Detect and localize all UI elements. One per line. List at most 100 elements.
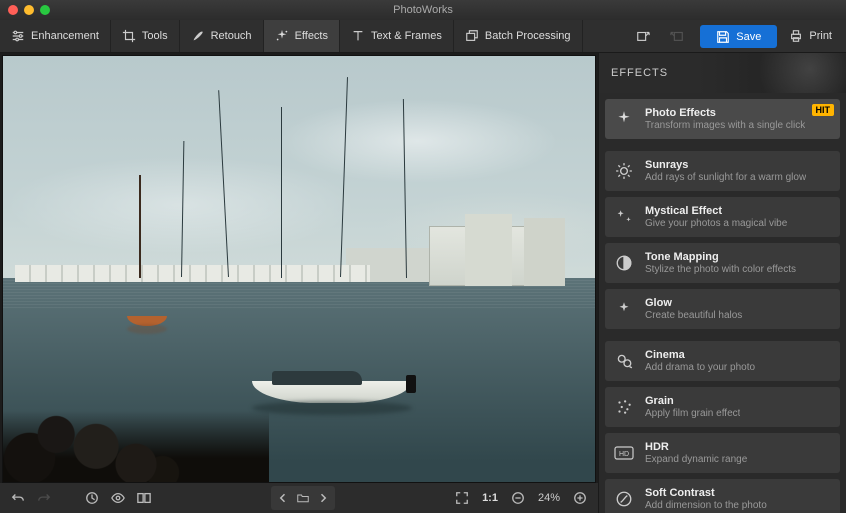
text-icon <box>351 29 365 43</box>
eye-icon <box>110 491 126 505</box>
sparkle-icon <box>613 108 635 130</box>
effect-desc: Apply film grain effect <box>645 408 740 419</box>
tab-label: Retouch <box>211 30 252 42</box>
hdr-icon: HD <box>613 442 635 464</box>
chevron-right-icon <box>317 492 329 504</box>
canvas-area: 1:1 24% <box>0 53 598 513</box>
effect-name: Photo Effects <box>645 107 805 119</box>
effect-item-grain[interactable]: Grain Apply film grain effect <box>605 387 840 427</box>
zoom-out-button[interactable] <box>508 488 528 508</box>
minus-circle-icon <box>511 491 525 505</box>
tab-effects[interactable]: Effects <box>264 20 340 52</box>
hit-badge: HIT <box>812 104 835 116</box>
tab-label: Effects <box>295 30 328 42</box>
svg-text:HD: HD <box>619 451 629 458</box>
effects-panel-title: EFFECTS <box>611 67 668 79</box>
effect-name: HDR <box>645 441 747 453</box>
titlebar: PhotoWorks <box>0 0 846 20</box>
save-label: Save <box>736 31 761 43</box>
image-canvas[interactable] <box>2 55 596 483</box>
fit-screen-button[interactable] <box>452 488 472 508</box>
effects-panel: EFFECTS Photo Effects Transform images w… <box>598 53 846 513</box>
effect-item-glow[interactable]: Glow Create beautiful halos <box>605 289 840 329</box>
save-button[interactable]: Save <box>700 25 777 48</box>
effect-item-tone-mapping[interactable]: Tone Mapping Stylize the photo with colo… <box>605 243 840 283</box>
effect-name: Glow <box>645 297 742 309</box>
sun-icon <box>613 160 635 182</box>
zoom-in-button[interactable] <box>570 488 590 508</box>
save-icon <box>716 30 730 44</box>
chevron-left-icon <box>277 492 289 504</box>
effect-name: Mystical Effect <box>645 205 787 217</box>
effect-desc: Create beautiful halos <box>645 310 742 321</box>
effect-name: Soft Contrast <box>645 487 767 499</box>
effect-desc: Add drama to your photo <box>645 362 755 373</box>
effect-item-hdr[interactable]: HD HDR Expand dynamic range <box>605 433 840 473</box>
ratio-label: 1:1 <box>482 492 498 504</box>
print-icon <box>789 29 803 43</box>
tone-icon <box>613 252 635 274</box>
app-title: PhotoWorks <box>0 4 846 16</box>
main-toolbar: Enhancement Tools Retouch Effects Text &… <box>0 20 846 53</box>
contrast-icon <box>613 488 635 510</box>
effect-item-photo-effects[interactable]: Photo Effects Transform images with a si… <box>605 99 840 139</box>
history-icon <box>85 491 99 505</box>
main-area: 1:1 24% EFFECTS Photo Effects Transform … <box>0 53 846 513</box>
effect-item-soft-contrast[interactable]: Soft Contrast Add dimension to the photo <box>605 479 840 513</box>
folder-icon <box>296 492 310 504</box>
sparkle-icon <box>275 29 289 43</box>
next-image-button[interactable] <box>313 488 333 508</box>
plus-circle-icon <box>573 491 587 505</box>
preview-button[interactable] <box>108 488 128 508</box>
effect-name: Sunrays <box>645 159 806 171</box>
brush-icon <box>191 29 205 43</box>
effect-desc: Expand dynamic range <box>645 454 747 465</box>
tab-text-frames[interactable]: Text & Frames <box>340 20 454 52</box>
header-decoration <box>726 53 846 93</box>
print-button[interactable]: Print <box>783 20 846 52</box>
stars-icon <box>613 206 635 228</box>
prev-image-button[interactable] <box>273 488 293 508</box>
tab-tools[interactable]: Tools <box>111 20 180 52</box>
glow-icon <box>613 298 635 320</box>
sliders-icon <box>11 29 25 43</box>
stack-icon <box>465 29 479 43</box>
tab-label: Text & Frames <box>371 30 442 42</box>
print-label: Print <box>809 30 832 42</box>
share-in-button[interactable] <box>660 20 694 52</box>
effect-desc: Stylize the photo with color effects <box>645 264 796 275</box>
effect-name: Grain <box>645 395 740 407</box>
redo-button[interactable] <box>34 488 54 508</box>
effects-panel-header: EFFECTS <box>599 53 846 93</box>
open-folder-button[interactable] <box>293 488 313 508</box>
undo-button[interactable] <box>8 488 28 508</box>
effect-desc: Add dimension to the photo <box>645 500 767 511</box>
effect-name: Tone Mapping <box>645 251 796 263</box>
fit-icon <box>455 491 469 505</box>
grain-icon <box>613 396 635 418</box>
effect-item-mystical[interactable]: Mystical Effect Give your photos a magic… <box>605 197 840 237</box>
effect-item-sunrays[interactable]: Sunrays Add rays of sunlight for a warm … <box>605 151 840 191</box>
effect-desc: Give your photos a magical vibe <box>645 218 787 229</box>
effect-item-cinema[interactable]: Cinema Add drama to your photo <box>605 341 840 381</box>
tab-retouch[interactable]: Retouch <box>180 20 264 52</box>
effect-name: Cinema <box>645 349 755 361</box>
tab-batch[interactable]: Batch Processing <box>454 20 583 52</box>
export-icon <box>636 29 650 43</box>
film-icon <box>613 350 635 372</box>
canvas-bottombar: 1:1 24% <box>0 483 598 513</box>
import-icon <box>670 29 684 43</box>
effects-list[interactable]: Photo Effects Transform images with a si… <box>599 93 846 513</box>
tab-enhancement[interactable]: Enhancement <box>0 20 111 52</box>
history-button[interactable] <box>82 488 102 508</box>
tab-label: Tools <box>142 30 168 42</box>
crop-icon <box>122 29 136 43</box>
tab-label: Batch Processing <box>485 30 571 42</box>
compare-button[interactable] <box>134 488 154 508</box>
undo-icon <box>11 491 25 505</box>
zoom-value: 24% <box>538 492 560 504</box>
share-out-button[interactable] <box>626 20 660 52</box>
app-window: PhotoWorks Enhancement Tools Retouch Eff… <box>0 0 846 513</box>
file-nav <box>271 486 335 510</box>
compare-icon <box>137 491 151 505</box>
